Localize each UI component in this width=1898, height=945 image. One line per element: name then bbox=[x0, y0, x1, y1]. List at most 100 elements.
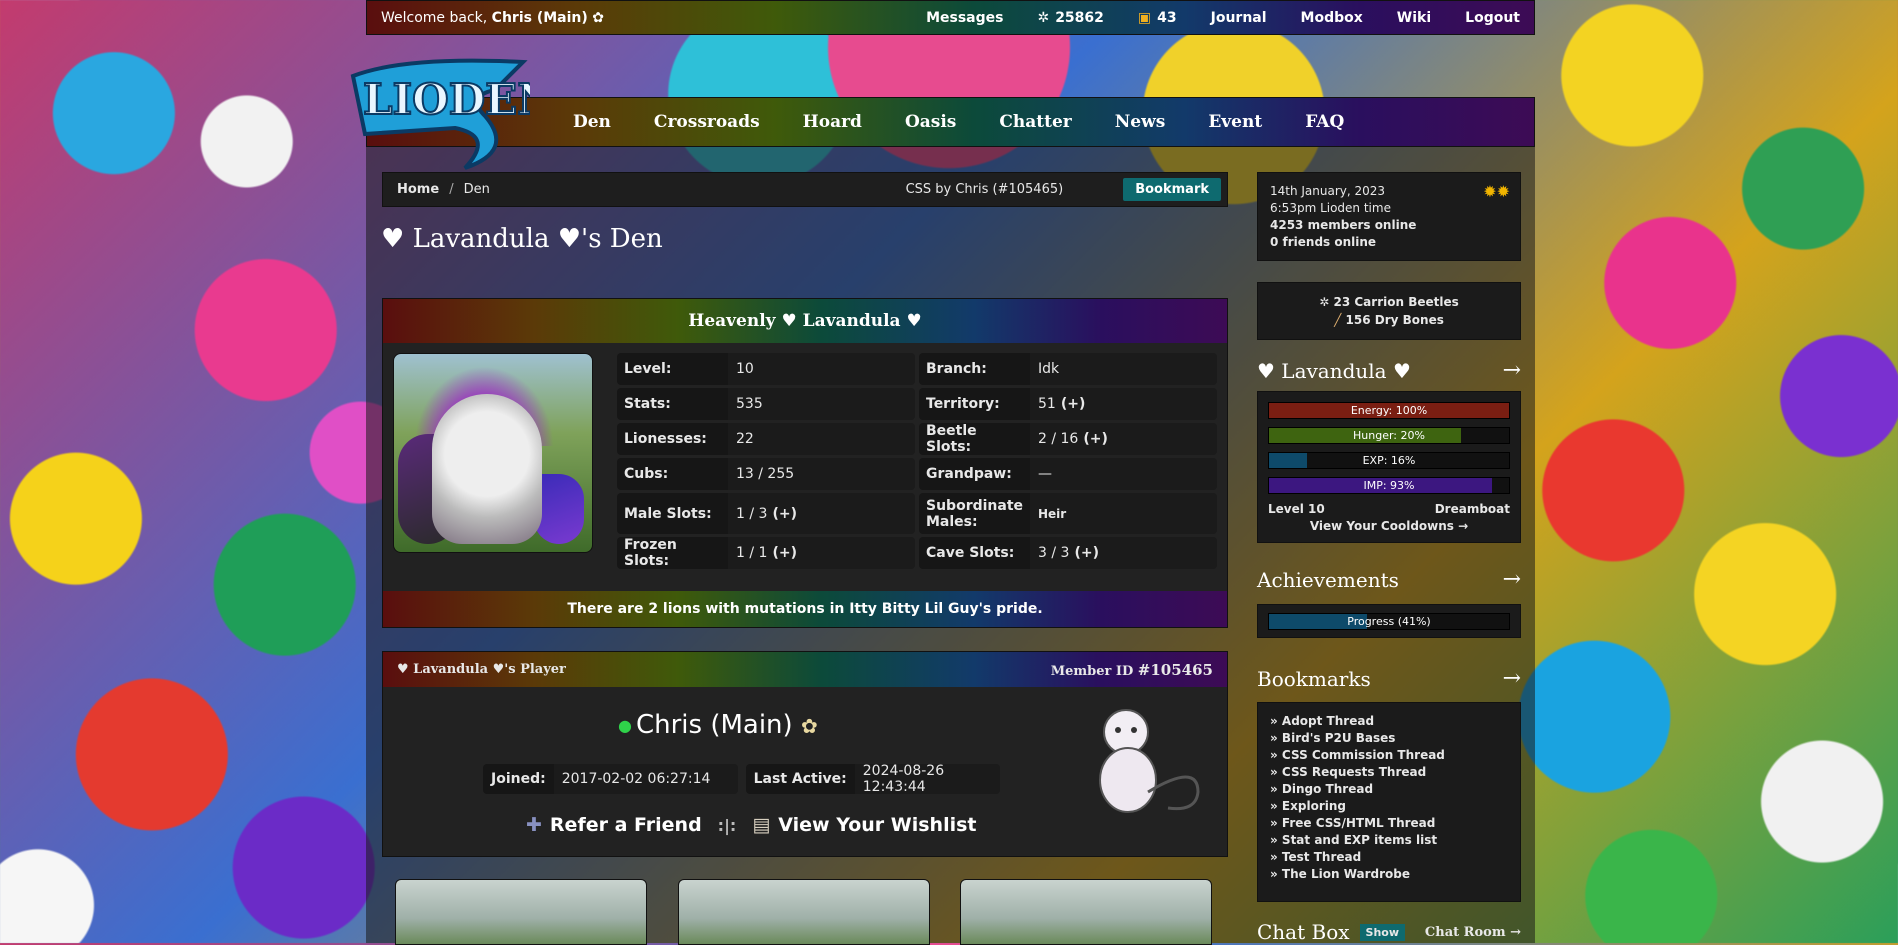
achievements-header: Achievements → bbox=[1257, 567, 1521, 592]
arrow-right-icon[interactable]: → bbox=[1503, 358, 1521, 383]
bookmark-button[interactable]: Bookmark bbox=[1123, 178, 1221, 201]
achievements-progress-bar: Progress (41%) bbox=[1268, 613, 1510, 630]
refer-friend-link[interactable]: Refer a Friend bbox=[550, 814, 702, 836]
bookmark-link[interactable]: » Dingo Thread bbox=[1270, 781, 1508, 798]
journal-link[interactable]: Journal bbox=[1211, 10, 1267, 26]
sidebar-lion-name[interactable]: ♥ Lavandula ♥ bbox=[1257, 359, 1411, 383]
player-card: ♥ Lavandula ♥'s Player Member ID #105465… bbox=[382, 651, 1228, 857]
bookmark-link[interactable]: » The Lion Wardrobe bbox=[1270, 866, 1508, 883]
lion-level: Level 10 bbox=[1268, 502, 1325, 516]
chat-box-header: Chat Box Show Chat Room → bbox=[1257, 920, 1521, 944]
stats-row: Lionesses: 22 Beetle Slots: 2 / 16 (+) bbox=[617, 423, 1217, 455]
members-online[interactable]: 4253 members online bbox=[1270, 218, 1416, 232]
player-links: ✚ Refer a Friend :|: ▤ View Your Wishlist bbox=[526, 814, 977, 836]
exp-bar: EXP: 16% bbox=[1268, 452, 1510, 469]
breadcrumb-current: Den bbox=[463, 182, 490, 197]
stat-cell: Territory: 51 (+) bbox=[919, 388, 1217, 420]
lion-thumbnail[interactable] bbox=[960, 879, 1212, 945]
add-slot-button[interactable]: (+) bbox=[1061, 396, 1086, 412]
arrow-right-icon[interactable]: → bbox=[1503, 567, 1521, 592]
stats-row: Cubs: 13 / 255 Grandpaw: — bbox=[617, 458, 1217, 490]
nav-item-oasis[interactable]: Oasis bbox=[905, 112, 956, 132]
carrion-beetle-icon: ✲ bbox=[1319, 295, 1330, 309]
plus-icon: ✚ bbox=[526, 814, 542, 836]
breadcrumb: Home / Den CSS by Chris (#105465) Bookma… bbox=[382, 172, 1228, 207]
lioden-logo[interactable]: LIODEN bbox=[345, 56, 530, 172]
add-slot-button[interactable]: (+) bbox=[1083, 431, 1108, 447]
bookmark-link[interactable]: » Bird's P2U Bases bbox=[1270, 730, 1508, 747]
bookmark-link[interactable]: » Adopt Thread bbox=[1270, 713, 1508, 730]
stat-label: Beetle Slots: bbox=[919, 423, 1030, 455]
logo-text: LIODEN bbox=[363, 75, 530, 124]
stat-label: Level: bbox=[617, 353, 728, 385]
stat-value: 1 / 3 (+) bbox=[728, 493, 915, 534]
bookmark-link[interactable]: » Free CSS/HTML Thread bbox=[1270, 815, 1508, 832]
bookmark-link[interactable]: » Exploring bbox=[1270, 798, 1508, 815]
lion-avatar[interactable] bbox=[393, 353, 593, 553]
stat-value: 535 bbox=[728, 388, 915, 420]
nav-item-news[interactable]: News bbox=[1115, 112, 1166, 132]
wishlist-link[interactable]: View Your Wishlist bbox=[778, 814, 976, 836]
add-slot-button[interactable]: (+) bbox=[1074, 545, 1099, 561]
lion-thumbnail[interactable] bbox=[395, 879, 647, 945]
stats-grid: Level: 10 Branch: Idk Stats: 535 Territory: 51(… bbox=[617, 353, 1217, 572]
nav-item-faq[interactable]: FAQ bbox=[1305, 112, 1344, 132]
top-bar: Welcome back, Chris (Main) ✿ Messages ✲ 2… bbox=[366, 0, 1535, 35]
friends-online[interactable]: 0 friends online bbox=[1270, 235, 1376, 249]
stat-cell: Lionesses: 22 bbox=[617, 423, 915, 455]
nav-item-crossroads[interactable]: Crossroads bbox=[654, 112, 760, 132]
nav-item-event[interactable]: Event bbox=[1208, 112, 1262, 132]
cooldowns-link[interactable]: View Your Cooldowns → bbox=[1268, 519, 1510, 533]
add-slot-button[interactable]: (+) bbox=[772, 506, 797, 522]
player-name[interactable]: ● Chris (Main) ✿ bbox=[618, 710, 818, 740]
stat-value: 2 / 16 (+) bbox=[1030, 423, 1217, 455]
king-card: Heavenly ♥ Lavandula ♥ Level: 10 Branch: Id… bbox=[382, 298, 1228, 628]
stat-cell: Branch: Idk bbox=[919, 353, 1217, 385]
bookmark-link[interactable]: » CSS Requests Thread bbox=[1270, 764, 1508, 781]
stat-cell: Grandpaw: — bbox=[919, 458, 1217, 490]
bookmarks-title: Bookmarks bbox=[1257, 666, 1371, 691]
beetle-count[interactable]: ✲ 25862 bbox=[1037, 10, 1103, 26]
stat-cell: Level: 10 bbox=[617, 353, 915, 385]
username[interactable]: Chris (Main) bbox=[492, 10, 588, 26]
add-slot-button[interactable]: (+) bbox=[772, 545, 797, 561]
bookmark-link[interactable]: » Test Thread bbox=[1270, 849, 1508, 866]
chat-show-button[interactable]: Show bbox=[1359, 923, 1406, 941]
logout-link[interactable]: Logout bbox=[1465, 10, 1520, 26]
last-active-date: 2024-08-26 12:43:44 bbox=[854, 763, 1001, 795]
wiki-link[interactable]: Wiki bbox=[1397, 10, 1431, 26]
page-title: ♥ Lavandula ♥'s Den bbox=[381, 224, 663, 254]
date-text: 14th January, 2023 bbox=[1270, 184, 1386, 198]
nav-item-den[interactable]: Den bbox=[573, 112, 611, 132]
scroll-icon: ▤ bbox=[752, 814, 771, 836]
stat-cell: Male Slots: 1 / 3 (+) bbox=[617, 493, 915, 534]
joined-date: 2017-02-02 06:27:14 bbox=[553, 764, 738, 794]
achievements-title[interactable]: Achievements bbox=[1257, 568, 1399, 592]
stat-label: Stats: bbox=[617, 388, 728, 420]
stat-cell: Subordinate Males: Heir bbox=[919, 493, 1217, 534]
gift-count[interactable]: ▣ 43 bbox=[1138, 10, 1177, 26]
player-header: ♥ Lavandula ♥'s Player Member ID #105465 bbox=[383, 652, 1227, 687]
chat-room-link[interactable]: Chat Room → bbox=[1425, 925, 1521, 940]
king-name[interactable]: Heavenly ♥ Lavandula ♥ bbox=[383, 299, 1227, 343]
time-box: 14th January, 2023 6:53pm Lioden time 42… bbox=[1257, 172, 1521, 261]
breadcrumb-separator: / bbox=[449, 182, 454, 197]
nav-item-hoard[interactable]: Hoard bbox=[803, 112, 862, 132]
css-credit[interactable]: CSS by Chris (#105465) bbox=[906, 182, 1064, 197]
bookmark-link[interactable]: » CSS Commission Thread bbox=[1270, 747, 1508, 764]
gift-icon: ▣ bbox=[1137, 9, 1152, 26]
stat-label: Frozen Slots: bbox=[617, 537, 728, 569]
modbox-link[interactable]: Modbox bbox=[1301, 10, 1363, 26]
stat-cell: Cubs: 13 / 255 bbox=[617, 458, 915, 490]
messages-link[interactable]: Messages bbox=[926, 10, 1003, 26]
arrow-right-icon[interactable]: → bbox=[1503, 666, 1521, 691]
stat-cell: Stats: 535 bbox=[617, 388, 915, 420]
stat-cell: Beetle Slots: 2 / 16 (+) bbox=[919, 423, 1217, 455]
chat-box-title: Chat Box bbox=[1257, 920, 1350, 944]
breadcrumb-home[interactable]: Home bbox=[397, 182, 439, 197]
lion-thumbnail[interactable] bbox=[678, 879, 930, 945]
bookmark-link[interactable]: » Stat and EXP items list bbox=[1270, 832, 1508, 849]
nav-item-chatter[interactable]: Chatter bbox=[999, 112, 1071, 132]
member-id-label: Member ID bbox=[1050, 663, 1134, 679]
player-header-title: ♥ Lavandula ♥'s Player bbox=[397, 662, 566, 677]
